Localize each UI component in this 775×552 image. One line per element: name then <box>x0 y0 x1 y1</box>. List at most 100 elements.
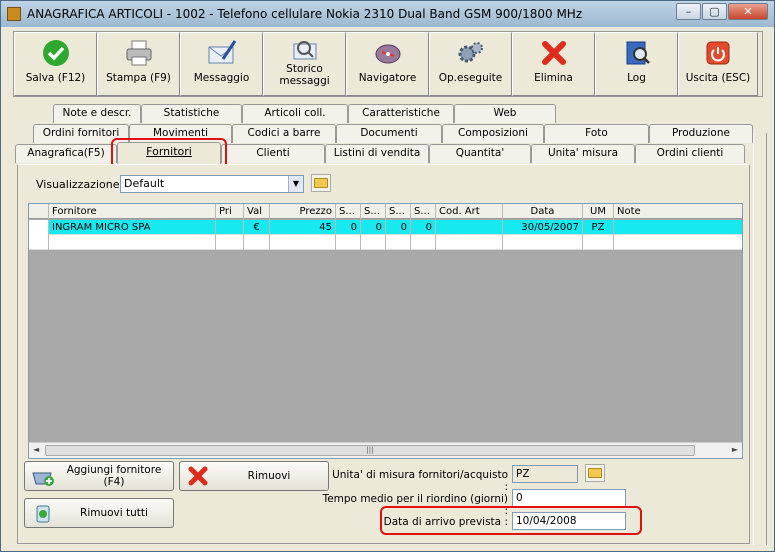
cell-um: PZ <box>583 220 614 235</box>
maximize-button[interactable]: ▢ <box>702 3 727 20</box>
col-fornitore[interactable]: Fornitore <box>49 204 216 219</box>
cell-s4: 0 <box>411 220 436 235</box>
compass-icon <box>373 38 403 68</box>
add-supplier-label: Aggiungi fornitore (F4) <box>66 464 162 488</box>
message-button[interactable]: Messaggio <box>180 32 263 96</box>
printer-icon <box>124 38 154 68</box>
remove-all-label: Rimuovi tutti <box>80 507 148 519</box>
col-val[interactable]: Val <box>244 204 270 219</box>
tab-row-1: Note e descr. Statistiche Articoli coll.… <box>5 104 770 123</box>
app-icon <box>7 7 21 21</box>
col-s4[interactable]: S... <box>411 204 436 219</box>
cell-pri <box>216 220 244 235</box>
power-icon <box>703 38 733 68</box>
tempo-medio-field[interactable]: 0 <box>512 489 626 507</box>
tab-composizioni[interactable]: Composizioni <box>442 124 544 143</box>
col-pri[interactable]: Pri <box>216 204 244 219</box>
tab-quantita[interactable]: Quantita' <box>429 144 531 163</box>
exit-label: Uscita (ESC) <box>685 72 751 84</box>
table-row-empty[interactable] <box>29 235 742 250</box>
cell-val: € <box>244 220 270 235</box>
col-s2[interactable]: S... <box>361 204 386 219</box>
tab-ordini-clienti[interactable]: Ordini clienti <box>635 144 745 163</box>
cell-note <box>614 220 712 235</box>
remove-all-button[interactable]: Rimuovi tutti <box>24 498 174 528</box>
save-label: Salva (F12) <box>25 72 86 84</box>
um-label: Unita' di misura fornitori/acquisto : <box>332 469 508 493</box>
remove-label: Rimuovi <box>247 470 291 482</box>
minimize-button[interactable]: – <box>676 3 701 20</box>
horizontal-scrollbar[interactable]: ◄ ||| ► <box>29 442 742 458</box>
scroll-thumb[interactable]: ||| <box>45 445 695 456</box>
col-data[interactable]: Data <box>503 204 583 219</box>
window-title: ANAGRAFICA ARTICOLI - 1002 - Telefono ce… <box>27 7 583 21</box>
row-indicator <box>29 220 49 235</box>
delete-button[interactable]: Elimina <box>512 32 595 96</box>
tab-articoli-coll[interactable]: Articoli coll. <box>242 104 348 123</box>
scroll-left-icon[interactable]: ◄ <box>33 445 39 454</box>
chevron-down-icon[interactable]: ▼ <box>288 176 303 192</box>
cell-data: 30/05/2007 <box>503 220 583 235</box>
col-um[interactable]: UM <box>583 204 614 219</box>
visualizzazione-label: Visualizzazione : <box>36 178 127 191</box>
print-button[interactable]: Stampa (F9) <box>97 32 180 96</box>
visualizzazione-select[interactable]: Default ▼ <box>120 175 304 193</box>
cell-s1: 0 <box>336 220 361 235</box>
save-button[interactable]: Salva (F12) <box>14 32 97 96</box>
tab-statistiche[interactable]: Statistiche <box>141 104 242 123</box>
navigator-button[interactable]: Navigatore <box>346 32 429 96</box>
operations-button[interactable]: Op.eseguite <box>429 32 512 96</box>
tab-unita-misura[interactable]: Unita' misura <box>531 144 635 163</box>
toolbar: Salva (F12) Stampa (F9) Messaggio Storic… <box>13 31 763 97</box>
message-label: Messaggio <box>193 72 250 84</box>
table-row[interactable]: INGRAM MICRO SPA € 45 0 0 0 0 30/05/2007… <box>29 220 742 235</box>
tab-note-descr[interactable]: Note e descr. <box>53 104 141 123</box>
tab-documenti[interactable]: Documenti <box>336 124 442 143</box>
empty-cell <box>361 235 386 250</box>
log-button[interactable]: Log <box>595 32 678 96</box>
tab-web[interactable]: Web <box>454 104 556 123</box>
suppliers-grid[interactable]: Fornitore Pri Val Prezzo S... S... S... … <box>28 203 743 459</box>
x-icon <box>186 465 210 487</box>
row-indicator-header <box>29 204 49 219</box>
um-field[interactable]: PZ <box>512 465 578 483</box>
remove-button[interactable]: Rimuovi <box>179 461 329 491</box>
tab-clienti[interactable]: Clienti <box>221 144 325 163</box>
tab-listini-di-vendita[interactable]: Listini di vendita <box>325 144 429 163</box>
empty-cell <box>614 235 712 250</box>
recycle-bin-icon <box>31 502 55 524</box>
tab-stack-edge <box>753 133 767 545</box>
tab-produzione[interactable]: Produzione <box>649 124 753 143</box>
tab-foto[interactable]: Foto <box>544 124 649 143</box>
empty-cell <box>386 235 411 250</box>
folder-icon[interactable] <box>585 464 605 482</box>
close-button[interactable]: ✕ <box>728 3 768 20</box>
col-note[interactable]: Note <box>614 204 712 219</box>
tab-codici-a-barre[interactable]: Codici a barre <box>232 124 336 143</box>
cell-s2: 0 <box>361 220 386 235</box>
message-history-button[interactable]: Storico messaggi <box>263 32 346 96</box>
navigator-label: Navigatore <box>358 72 417 84</box>
title-bar[interactable]: ANAGRAFICA ARTICOLI - 1002 - Telefono ce… <box>1 1 774 27</box>
print-label: Stampa (F9) <box>106 72 171 84</box>
folder-icon[interactable] <box>311 174 331 192</box>
visualizzazione-value: Default <box>124 177 165 190</box>
mail-pen-icon <box>207 38 237 68</box>
scroll-right-icon[interactable]: ► <box>732 445 738 454</box>
add-basket-icon <box>31 465 55 487</box>
operations-label: Op.eseguite <box>438 72 503 84</box>
row-indicator <box>29 235 49 250</box>
exit-button[interactable]: Uscita (ESC) <box>678 32 758 96</box>
delete-label: Elimina <box>534 72 573 84</box>
add-supplier-button[interactable]: Aggiungi fornitore (F4) <box>24 461 174 491</box>
empty-cell <box>336 235 361 250</box>
col-s1[interactable]: S... <box>336 204 361 219</box>
col-s3[interactable]: S... <box>386 204 411 219</box>
cell-cod-art <box>436 220 503 235</box>
col-cod-art[interactable]: Cod. Art <box>436 204 503 219</box>
col-prezzo[interactable]: Prezzo <box>270 204 336 219</box>
empty-cell <box>436 235 503 250</box>
empty-cell <box>503 235 583 250</box>
tab-anagrafica[interactable]: Anagrafica(F5) <box>15 144 117 163</box>
tab-caratteristiche[interactable]: Caratteristiche <box>348 104 454 123</box>
